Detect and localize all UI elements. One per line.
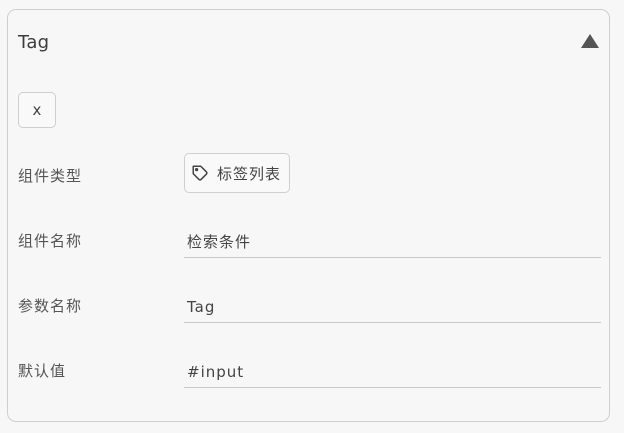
default-value-label: 默认值 (18, 362, 67, 380)
component-type-button[interactable]: 标签列表 (184, 153, 290, 193)
component-name-field[interactable]: 检索条件 (184, 226, 601, 258)
param-name-field[interactable]: Tag (184, 291, 601, 323)
default-value-field[interactable]: #input (184, 356, 601, 388)
tag-icon (191, 164, 209, 182)
component-type-label: 组件类型 (18, 167, 83, 185)
collapse-toggle[interactable] (579, 32, 601, 50)
component-name-label: 组件名称 (18, 232, 83, 250)
triangle-up-icon (581, 34, 599, 48)
param-name-label: 参数名称 (18, 297, 83, 315)
close-button[interactable]: x (18, 92, 56, 128)
component-type-value: 标签列表 (217, 164, 282, 183)
tag-config-panel: Tag x 组件类型 标签列表 组件名称 检索条件 参数名称 Tag 默认值 #… (7, 9, 610, 422)
panel-title: Tag (18, 32, 50, 53)
